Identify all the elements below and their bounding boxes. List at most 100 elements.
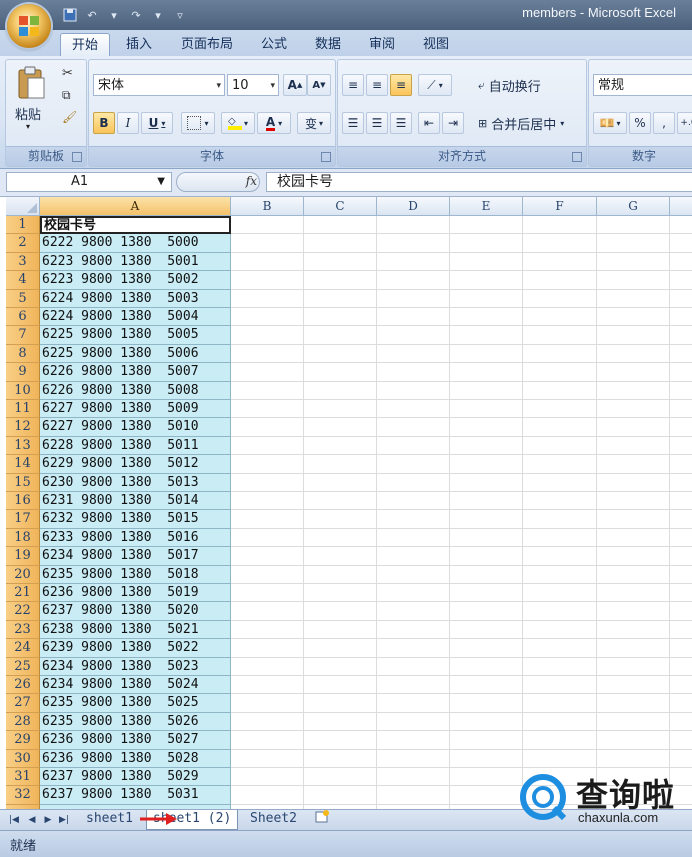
number-format-combo[interactable]: 常规	[593, 74, 692, 96]
align-right-button[interactable]: ☰	[390, 112, 412, 134]
row-header[interactable]: 27	[6, 694, 40, 713]
row-header[interactable]: 5	[6, 289, 40, 308]
cell-a[interactable]: 6235 9800 1380 5018	[40, 565, 231, 584]
decrease-indent-button[interactable]: ⇤	[418, 112, 440, 134]
cell-a[interactable]: 6238 9800 1380 5021	[40, 620, 231, 640]
accounting-format-button[interactable]: 💴 ▾	[593, 112, 627, 134]
row-header[interactable]: 8	[6, 344, 40, 364]
grow-font-button[interactable]: A ▲	[283, 74, 307, 96]
tab-insert[interactable]: 插入	[118, 33, 160, 56]
cell-a[interactable]: 6235 9800 1380 5026	[40, 712, 231, 732]
row-header[interactable]: 9	[6, 363, 40, 382]
row-header[interactable]: 17	[6, 510, 40, 529]
cell-a1[interactable]: 校园卡号	[40, 216, 231, 235]
column-header-h-partial[interactable]	[670, 197, 692, 216]
last-sheet-icon[interactable]: ▶|	[58, 813, 70, 827]
row-header[interactable]: 1	[6, 216, 40, 235]
cell-a[interactable]: 6237 9800 1380 5029	[40, 768, 231, 787]
cell-a[interactable]: 6222 9800 1380 5000	[40, 234, 231, 253]
row-header[interactable]: 29	[6, 731, 40, 750]
row-header[interactable]: 3	[6, 252, 40, 272]
tab-home[interactable]: 开始	[60, 33, 110, 57]
cut-icon[interactable]: ✂	[62, 66, 73, 81]
row-header[interactable]: 18	[6, 528, 40, 548]
tab-page-layout[interactable]: 页面布局	[172, 33, 242, 56]
column-header-e[interactable]: E	[450, 197, 523, 216]
redo-dropdown-icon[interactable]: ▾	[150, 7, 166, 23]
cell-a[interactable]: 6232 9800 1380 5015	[40, 510, 231, 529]
align-left-button[interactable]: ☰	[342, 112, 364, 134]
row-header[interactable]: 28	[6, 712, 40, 732]
cell-a[interactable]: 6227 9800 1380 5009	[40, 400, 231, 419]
font-color-button[interactable]: A ▾	[257, 112, 291, 134]
borders-button[interactable]: ▾	[181, 112, 215, 134]
cell-a[interactable]: 6223 9800 1380 5001	[40, 252, 231, 272]
tab-view[interactable]: 视图	[416, 33, 456, 56]
column-header-g[interactable]: G	[597, 197, 670, 216]
cell-a[interactable]: 6234 9800 1380 5024	[40, 676, 231, 695]
row-header[interactable]: 11	[6, 400, 40, 419]
cell-a[interactable]: 6224 9800 1380 5004	[40, 308, 231, 327]
cell-a[interactable]: 6226 9800 1380 5008	[40, 381, 231, 400]
cell-a[interactable]: 6231 9800 1380 5014	[40, 492, 231, 511]
cell-a[interactable]: 6225 9800 1380 5005	[40, 326, 231, 345]
cell-a[interactable]: 6236 9800 1380 5019	[40, 584, 231, 603]
select-all-corner[interactable]	[6, 197, 40, 216]
insert-function-button[interactable]: fx	[176, 172, 260, 192]
fill-color-button[interactable]: ◇ ▾	[221, 112, 255, 134]
cell-a[interactable]: 6234 9800 1380 5023	[40, 657, 231, 676]
row-header[interactable]: 20	[6, 565, 40, 584]
row-header[interactable]: 32	[6, 786, 40, 805]
row-header[interactable]: 21	[6, 584, 40, 603]
customize-qat-icon[interactable]: ▿	[172, 7, 188, 23]
cell-a[interactable]: 6235 9800 1380 5025	[40, 694, 231, 713]
align-bottom-button[interactable]: ≡	[390, 74, 412, 96]
redo-icon[interactable]: ↷	[128, 7, 144, 23]
cell-a[interactable]: 6223 9800 1380 5002	[40, 271, 231, 290]
font-launcher-icon[interactable]	[321, 152, 331, 162]
row-header[interactable]: 19	[6, 547, 40, 566]
column-header-c[interactable]: C	[304, 197, 377, 216]
row-header[interactable]: 4	[6, 271, 40, 290]
row-header[interactable]: 12	[6, 418, 40, 437]
cell-a[interactable]: 6224 9800 1380 5003	[40, 289, 231, 308]
undo-dropdown-icon[interactable]: ▾	[106, 7, 122, 23]
phonetic-button[interactable]: 变 ▾	[297, 112, 331, 134]
italic-button[interactable]: I	[117, 112, 139, 134]
cell-a[interactable]: 6227 9800 1380 5010	[40, 418, 231, 437]
underline-button[interactable]: U ▾	[141, 112, 173, 134]
sheet-tab-sheet1[interactable]: sheet1	[80, 810, 139, 829]
cell-a[interactable]: 6236 9800 1380 5028	[40, 749, 231, 768]
format-painter-icon[interactable]: 🖌	[62, 110, 77, 124]
wrap-text-button[interactable]: ⤶ 自动换行	[478, 76, 541, 95]
row-header[interactable]: 10	[6, 381, 40, 400]
row-header[interactable]: 26	[6, 676, 40, 695]
cell-a[interactable]: 6228 9800 1380 5011	[40, 436, 231, 456]
column-header-a[interactable]: A	[40, 197, 231, 216]
column-header-d[interactable]: D	[377, 197, 450, 216]
save-icon[interactable]	[62, 7, 78, 23]
merge-center-button[interactable]: ⊞ 合并后居中 ▾	[478, 114, 564, 133]
cell-a[interactable]: 6234 9800 1380 5017	[40, 547, 231, 566]
font-name-combo[interactable]: 宋体 ▾	[93, 74, 225, 96]
insert-sheet-icon[interactable]	[308, 810, 336, 829]
cell-a[interactable]: 6233 9800 1380 5016	[40, 528, 231, 548]
cell-a[interactable]: 6226 9800 1380 5007	[40, 363, 231, 382]
bold-button[interactable]: B	[93, 112, 115, 134]
tab-data[interactable]: 数据	[308, 33, 348, 56]
cell-a[interactable]: 6225 9800 1380 5006	[40, 344, 231, 364]
formula-input[interactable]: 校园卡号	[266, 172, 692, 192]
row-header[interactable]: 16	[6, 492, 40, 511]
column-header-b[interactable]: B	[231, 197, 304, 216]
row-header[interactable]: 22	[6, 602, 40, 621]
alignment-launcher-icon[interactable]	[572, 152, 582, 162]
row-header[interactable]: 30	[6, 749, 40, 768]
orientation-button[interactable]: ⟋ ▾	[418, 74, 452, 96]
increase-decimal-button[interactable]: +.0	[677, 112, 692, 134]
cell-a[interactable]: 6229 9800 1380 5012	[40, 455, 231, 474]
row-header[interactable]: 6	[6, 308, 40, 327]
row-header[interactable]: 25	[6, 657, 40, 676]
office-button[interactable]	[7, 4, 51, 48]
cell-a[interactable]: 6237 9800 1380 5031	[40, 786, 231, 805]
shrink-font-button[interactable]: A ▼	[307, 74, 331, 96]
